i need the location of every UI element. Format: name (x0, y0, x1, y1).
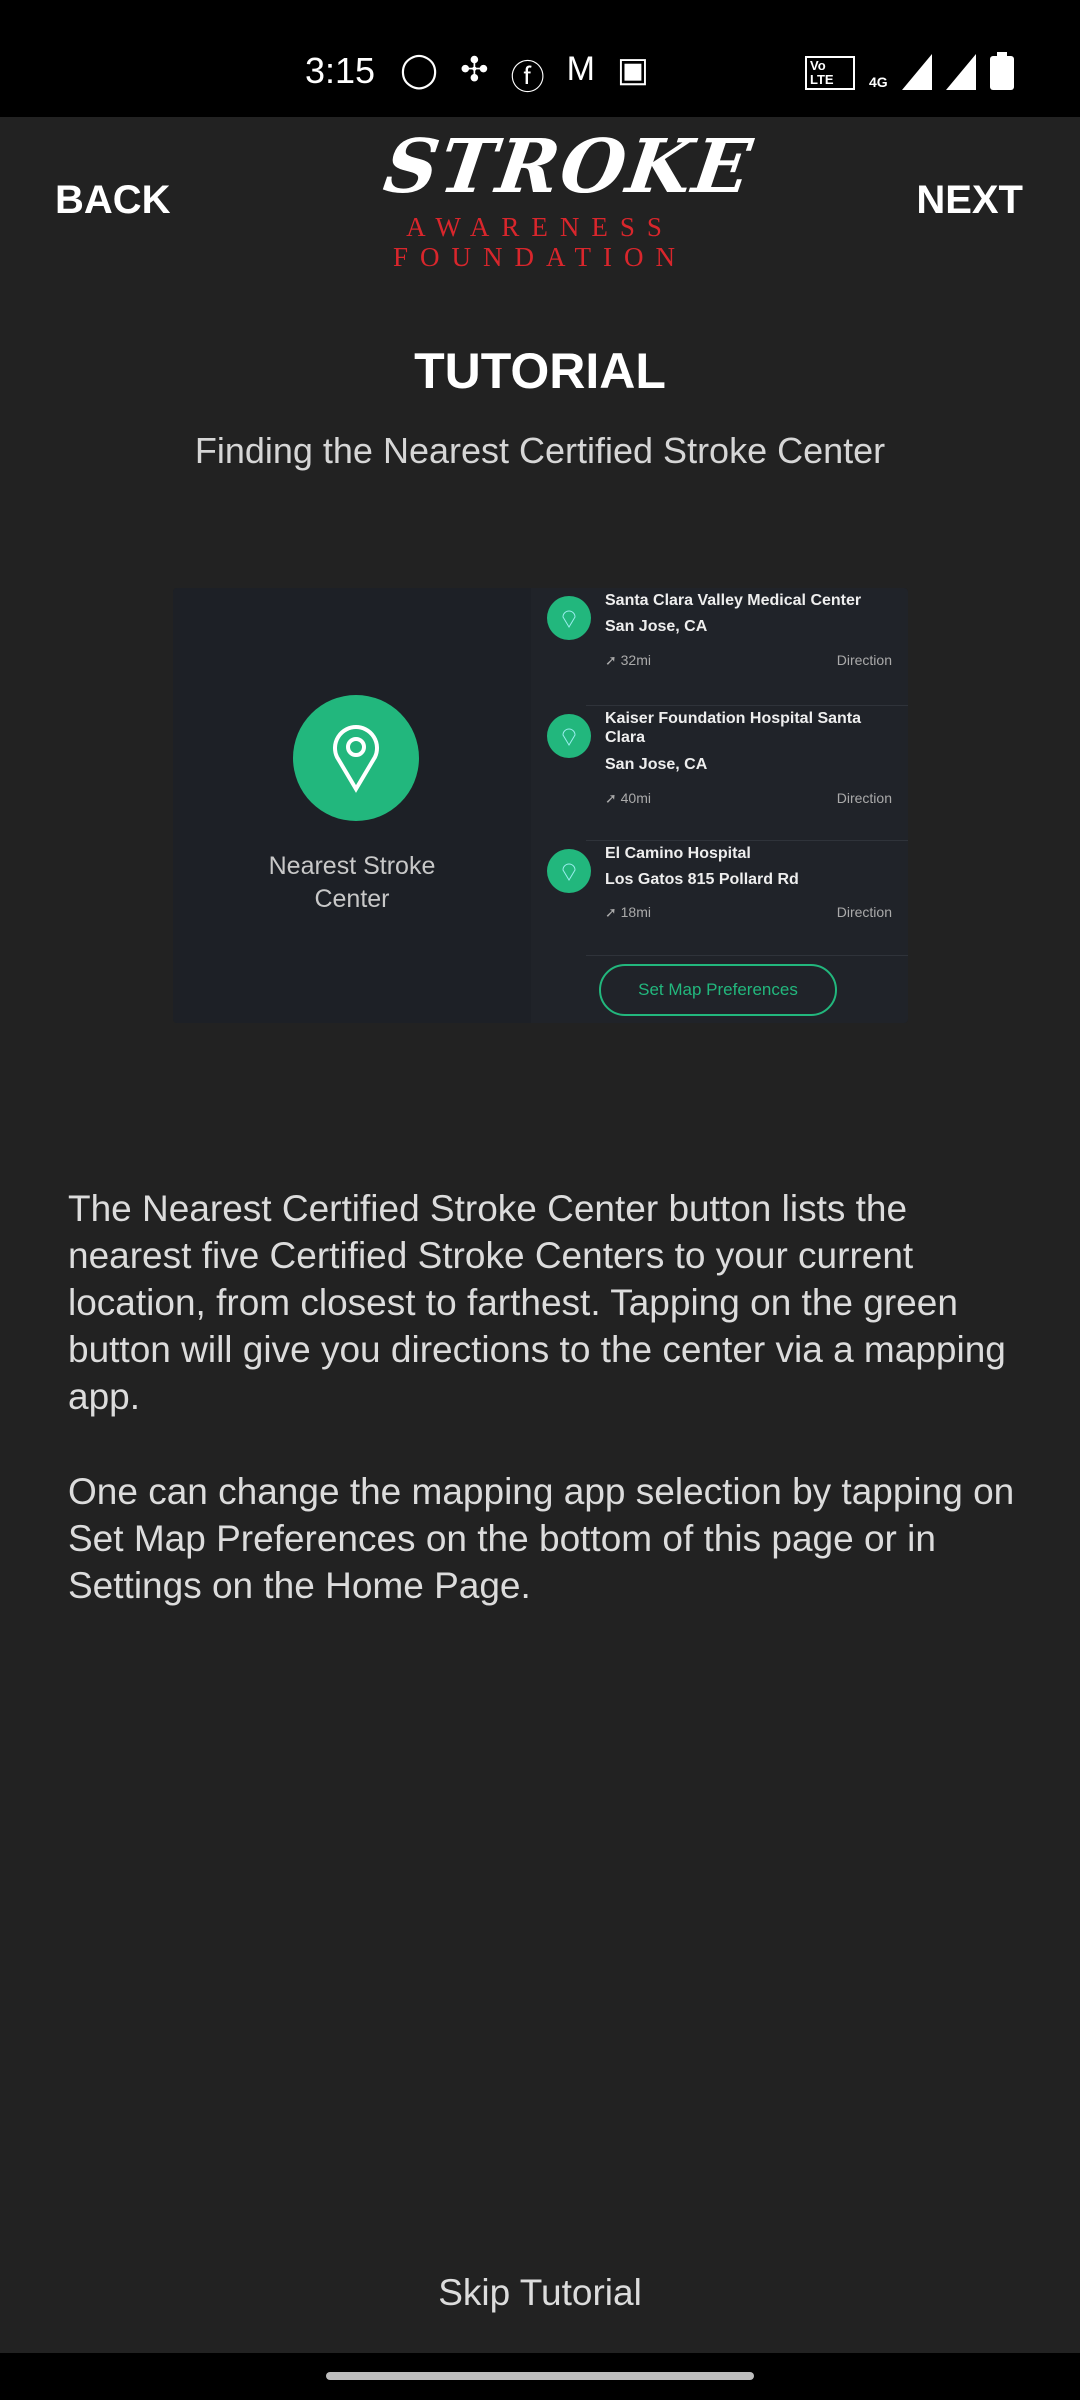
location-pin-icon (547, 849, 591, 893)
list-item: El Camino Hospital Los Gatos 815 Pollard… (531, 841, 908, 956)
signal-icon (901, 54, 932, 90)
tutorial-screenshot: Nearest Stroke Center Santa Clara Valley… (173, 588, 908, 1023)
center-distance: ➚ 18mi (605, 904, 651, 920)
gallery-icon: ▣ (616, 51, 650, 89)
description-paragraph-2: One can change the mapping app selection… (68, 1471, 1015, 1606)
back-button[interactable]: BACK (55, 178, 171, 223)
center-list: Santa Clara Valley Medical Center San Jo… (531, 588, 908, 1023)
distance-value: 40mi (620, 790, 651, 806)
status-bar: 3:15 ◯ ✣ ⓕ M ▣ Vo LTE 4G (0, 0, 1080, 117)
volte-icon: Vo LTE (805, 56, 855, 90)
direction-link: Direction (836, 904, 892, 920)
center-distance: ➚ 40mi (605, 790, 651, 806)
slack-icon: ✣ (460, 51, 489, 89)
logo-word: STROKE (378, 124, 759, 210)
logo-line3: FOUNDATION (393, 242, 687, 272)
set-map-preferences-button: Set Map Preferences (599, 964, 837, 1016)
nearest-stroke-panel: Nearest Stroke Center (173, 588, 531, 1023)
center-address: San Jose, CA (605, 618, 708, 635)
logo-line2: AWARENESS (406, 212, 674, 242)
status-time: 3:15 (305, 50, 376, 91)
page-subtitle: Finding the Nearest Certified Stroke Cen… (194, 430, 886, 471)
next-button[interactable]: NEXT (916, 178, 1023, 223)
center-distance: ➚ 32mi (605, 652, 651, 668)
description-paragraph-1: The Nearest Certified Stroke Center butt… (68, 1188, 1006, 1417)
center-name: Santa Clara Valley Medical Center (605, 592, 862, 609)
nearest-stroke-label: Nearest Stroke Center (268, 852, 436, 913)
stroke-awareness-logo: STROKE AWARENESS FOUNDATION (379, 122, 758, 287)
signal-icon (945, 54, 976, 90)
location-pin-icon (547, 596, 591, 640)
battery-icon (989, 52, 1014, 90)
center-name: Kaiser Foundation Hospital Santa Clara (605, 710, 862, 746)
skip-tutorial-button[interactable]: Skip Tutorial (0, 2272, 1080, 2314)
center-name: El Camino Hospital (605, 845, 751, 862)
gmail-icon: M (566, 50, 595, 88)
location-pin-icon (547, 714, 591, 758)
distance-value: 18mi (620, 904, 651, 920)
4g-icon: 4G (869, 74, 888, 90)
center-address: Los Gatos 815 Pollard Rd (605, 871, 799, 888)
direction-link: Direction (836, 790, 892, 806)
center-address: San Jose, CA (605, 756, 708, 773)
notification-icons: ◯ ✣ ⓕ M ▣ (400, 50, 649, 99)
list-item: Kaiser Foundation Hospital Santa Clara S… (531, 706, 908, 841)
facebook-icon: ⓕ (510, 59, 545, 97)
home-gesture-bar[interactable] (326, 2372, 754, 2380)
nearest-stroke-button (293, 695, 419, 821)
divider (586, 955, 908, 956)
whatsapp-icon: ◯ (400, 51, 439, 89)
direction-link: Direction (836, 652, 892, 668)
page-title: TUTORIAL (414, 343, 666, 399)
list-item: Santa Clara Valley Medical Center San Jo… (531, 588, 908, 706)
distance-value: 32mi (620, 652, 651, 668)
location-pin-icon (333, 725, 379, 793)
system-icons: Vo LTE 4G (805, 52, 1014, 90)
